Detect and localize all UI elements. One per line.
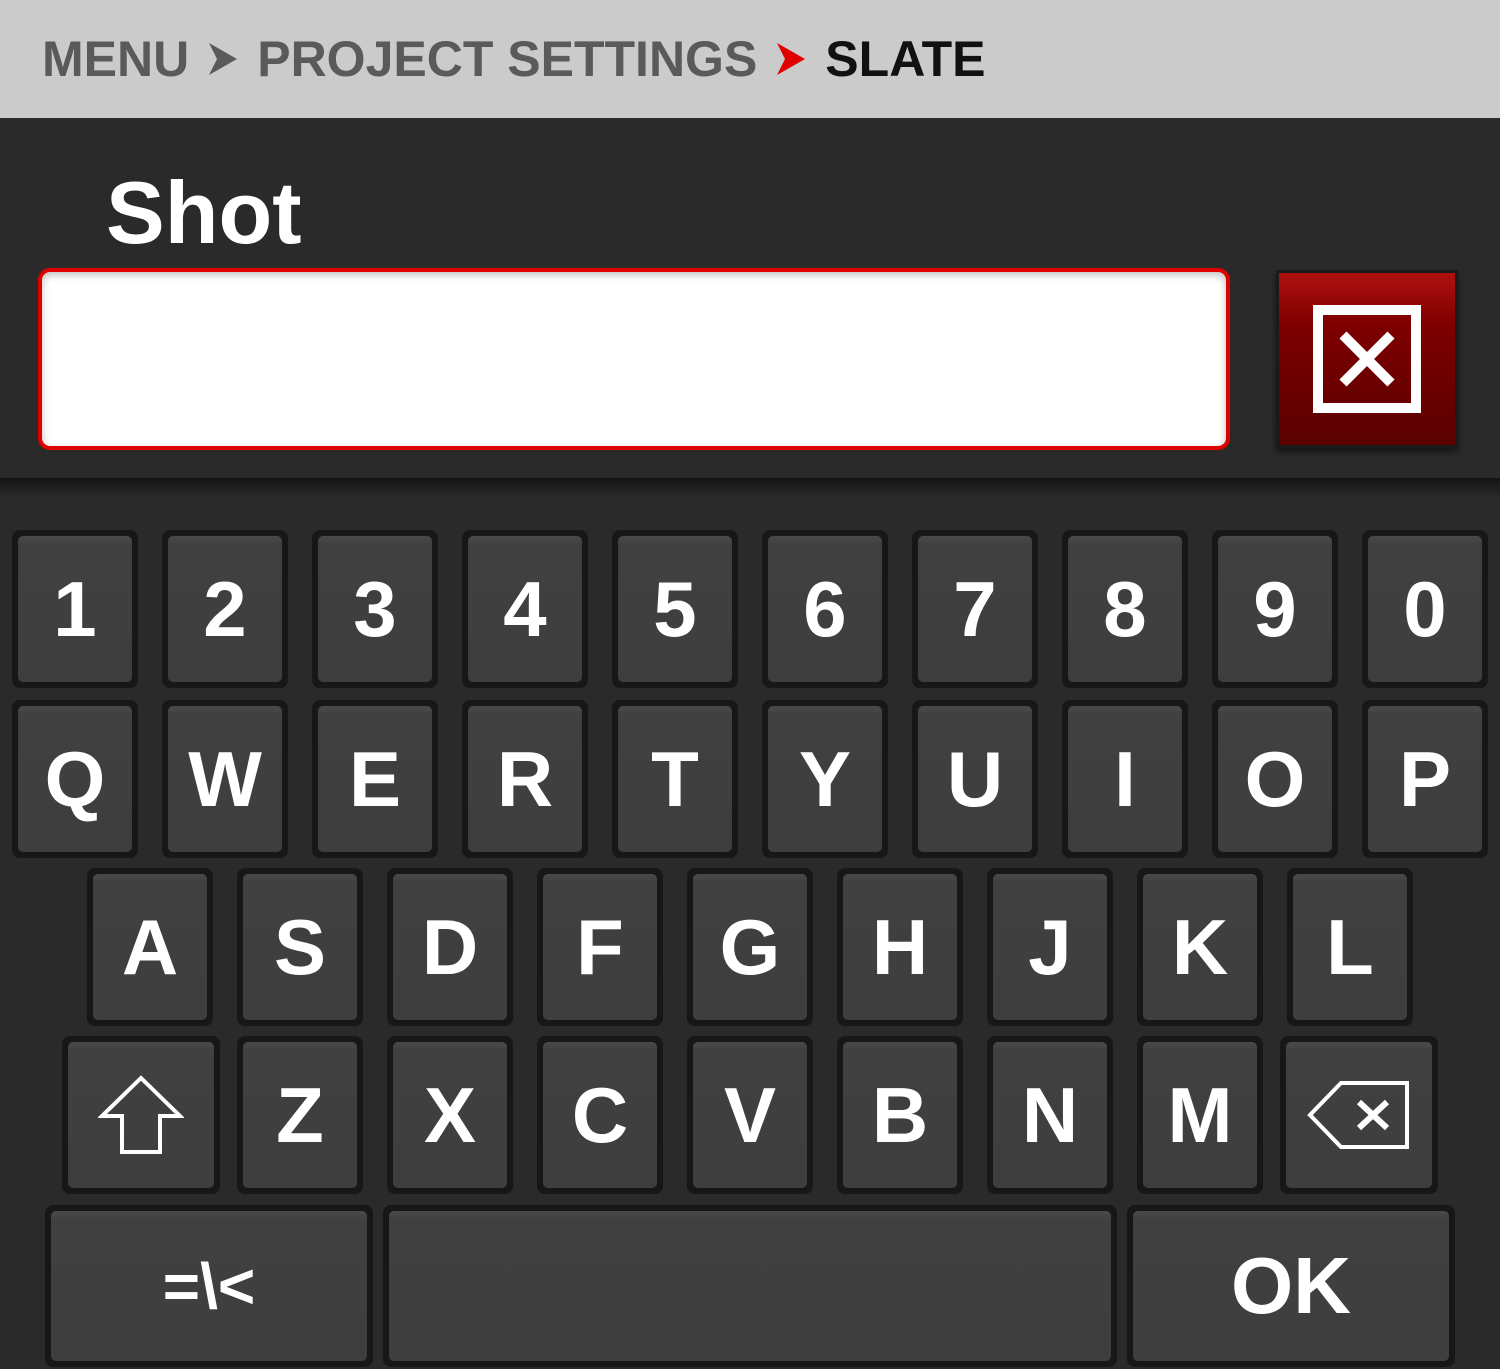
key-w[interactable]: W — [162, 700, 288, 858]
key-f-label: F — [576, 902, 624, 991]
field-label: Shot — [106, 163, 302, 262]
key-k[interactable]: K — [1137, 868, 1263, 1026]
key-3[interactable]: 3 — [312, 530, 438, 688]
key-b[interactable]: B — [837, 1036, 963, 1194]
key-s-label: S — [273, 902, 327, 991]
key-r[interactable]: R — [462, 700, 588, 858]
key-9-label: 9 — [1253, 564, 1297, 653]
chevron-right-active-icon — [777, 43, 806, 75]
key-2-label: 2 — [203, 564, 247, 653]
key-5-label: 5 — [653, 564, 697, 653]
chevron-right-icon — [209, 43, 238, 75]
key-3-label: 3 — [353, 564, 397, 653]
key-h[interactable]: H — [837, 868, 963, 1026]
space-key[interactable] — [383, 1205, 1117, 1367]
key-m-label: M — [1167, 1070, 1233, 1159]
key-j-label: J — [1028, 902, 1072, 991]
key-r-label: R — [496, 734, 554, 823]
key-z-label: Z — [276, 1070, 324, 1159]
key-u-label: U — [946, 734, 1004, 823]
key-d-label: D — [421, 902, 479, 991]
key-y-label: Y — [798, 734, 852, 823]
key-p-label: P — [1398, 734, 1452, 823]
key-g-label: G — [719, 902, 781, 991]
key-0-label: 0 — [1403, 564, 1447, 653]
symbols-key[interactable]: =\< — [45, 1205, 373, 1367]
key-a-label: A — [121, 902, 179, 991]
key-y[interactable]: Y — [762, 700, 888, 858]
key-4-label: 4 — [503, 564, 547, 653]
key-n-label: N — [1021, 1070, 1079, 1159]
key-l[interactable]: L — [1287, 868, 1413, 1026]
key-i[interactable]: I — [1062, 700, 1188, 858]
key-1[interactable]: 1 — [12, 530, 138, 688]
key-t-label: T — [651, 734, 699, 823]
key-q-label: Q — [44, 734, 106, 823]
breadcrumb: MENU PROJECT SETTINGS SLATE — [0, 0, 1500, 118]
key-v-label: V — [723, 1070, 777, 1159]
key-u[interactable]: U — [912, 700, 1038, 858]
key-o-label: O — [1244, 734, 1306, 823]
key-s[interactable]: S — [237, 868, 363, 1026]
backspace-key[interactable] — [1280, 1036, 1438, 1194]
key-l-label: L — [1326, 902, 1374, 991]
key-6[interactable]: 6 — [762, 530, 888, 688]
divider — [0, 478, 1500, 498]
key-9[interactable]: 9 — [1212, 530, 1338, 688]
key-8[interactable]: 8 — [1062, 530, 1188, 688]
key-w-label: W — [188, 734, 262, 823]
key-o[interactable]: O — [1212, 700, 1338, 858]
key-k-label: K — [1171, 902, 1229, 991]
key-g[interactable]: G — [687, 868, 813, 1026]
key-b-label: B — [871, 1070, 929, 1159]
key-2[interactable]: 2 — [162, 530, 288, 688]
key-0[interactable]: 0 — [1362, 530, 1488, 688]
ok-key[interactable]: OK — [1127, 1205, 1455, 1367]
key-h-label: H — [871, 902, 929, 991]
key-z[interactable]: Z — [237, 1036, 363, 1194]
key-q[interactable]: Q — [12, 700, 138, 858]
shot-input[interactable] — [38, 268, 1230, 450]
key-a[interactable]: A — [87, 868, 213, 1026]
key-c[interactable]: C — [537, 1036, 663, 1194]
backspace-icon — [1307, 1081, 1409, 1149]
key-e-label: E — [348, 734, 402, 823]
key-x-label: X — [423, 1070, 477, 1159]
key-8-label: 8 — [1103, 564, 1147, 653]
ok-key-label: OK — [1231, 1241, 1351, 1330]
key-p[interactable]: P — [1362, 700, 1488, 858]
key-n[interactable]: N — [987, 1036, 1113, 1194]
key-e[interactable]: E — [312, 700, 438, 858]
symbols-key-label: =\< — [162, 1250, 256, 1322]
key-f[interactable]: F — [537, 868, 663, 1026]
key-1-label: 1 — [53, 564, 97, 653]
key-t[interactable]: T — [612, 700, 738, 858]
breadcrumb-project-settings[interactable]: PROJECT SETTINGS — [257, 30, 757, 88]
shift-key[interactable] — [62, 1036, 220, 1194]
breadcrumb-slate: SLATE — [825, 31, 986, 87]
close-box-icon — [1313, 305, 1421, 413]
breadcrumb-menu[interactable]: MENU — [42, 30, 189, 88]
key-5[interactable]: 5 — [612, 530, 738, 688]
key-j[interactable]: J — [987, 868, 1113, 1026]
key-7-label: 7 — [953, 564, 997, 653]
key-7[interactable]: 7 — [912, 530, 1038, 688]
key-m[interactable]: M — [1137, 1036, 1263, 1194]
key-v[interactable]: V — [687, 1036, 813, 1194]
key-x[interactable]: X — [387, 1036, 513, 1194]
key-d[interactable]: D — [387, 868, 513, 1026]
key-4[interactable]: 4 — [462, 530, 588, 688]
shift-arrow-icon — [98, 1075, 184, 1154]
key-i-label: I — [1114, 734, 1136, 823]
clear-button[interactable] — [1276, 270, 1458, 448]
key-6-label: 6 — [803, 564, 847, 653]
key-c-label: C — [571, 1070, 629, 1159]
